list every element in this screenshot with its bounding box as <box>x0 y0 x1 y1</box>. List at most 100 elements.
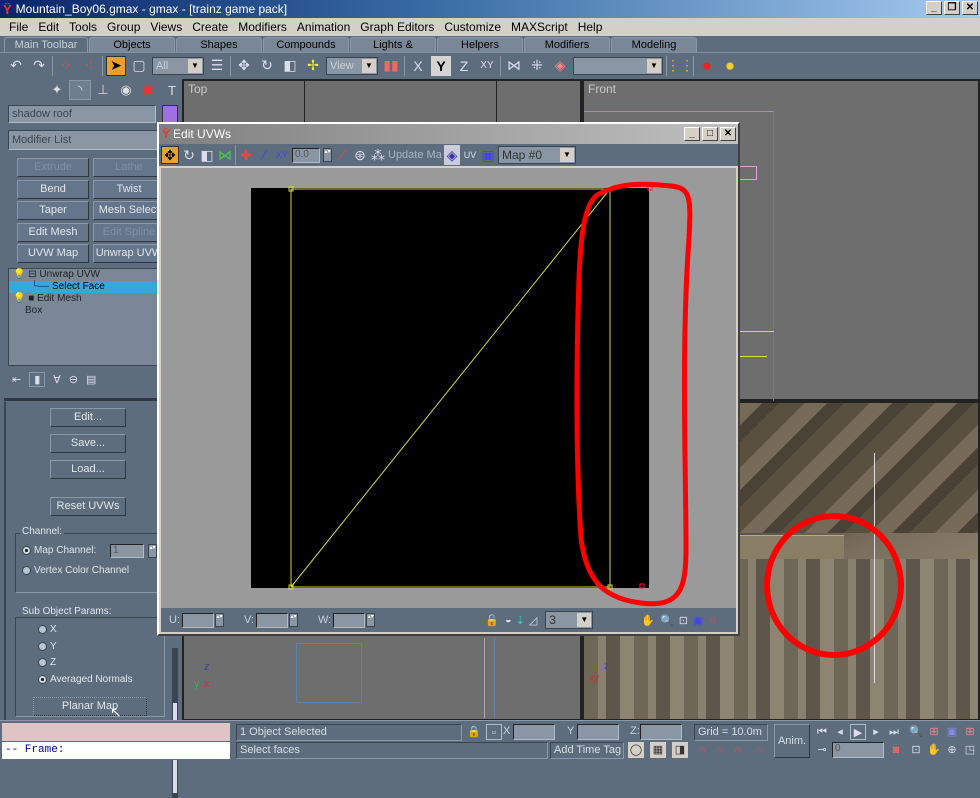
axis-x-button[interactable]: X <box>408 56 428 76</box>
select-by-name-icon[interactable]: ☰ <box>207 56 227 76</box>
extrude-button[interactable]: Extrude <box>17 158 89 177</box>
key-mode-icon[interactable]: ⊸ <box>814 742 830 758</box>
menu-create[interactable]: Create <box>187 20 233 34</box>
pin-stack-icon[interactable]: ⇤ <box>12 373 21 386</box>
menu-tools[interactable]: Tools <box>64 20 102 34</box>
menu-group[interactable]: Group <box>102 20 145 34</box>
redo-icon[interactable]: ↷ <box>29 56 49 76</box>
hide-icon[interactable]: ◒ <box>505 614 512 626</box>
make-unique-icon[interactable]: ∀ <box>53 373 61 386</box>
time-config-icon[interactable]: ◙ <box>888 742 904 758</box>
lightbulb-icon[interactable]: 💡 <box>13 269 25 280</box>
absolute-mode-icon[interactable]: ▫ <box>486 724 502 740</box>
u-spinner[interactable]: ▴▾ <box>215 613 224 627</box>
menu-maxscript[interactable]: MAXScript <box>506 20 573 34</box>
v-spinner[interactable]: ▴▾ <box>289 613 298 627</box>
anim-button[interactable]: Anim. <box>774 724 810 758</box>
averaged-normals-radio[interactable]: Averaged Normals <box>38 674 133 685</box>
pivot-center-icon[interactable]: ▮▮ <box>381 56 401 76</box>
tab-objects[interactable]: Objects <box>89 37 175 52</box>
align-icon[interactable]: ◈ <box>550 56 570 76</box>
uvw-move-icon[interactable]: ✥ <box>161 146 179 164</box>
expand-icon[interactable]: ■ <box>28 293 34 304</box>
grid-mode-icon[interactable]: ▦ <box>650 742 666 758</box>
goto-end-icon[interactable]: ⏭ <box>886 724 902 740</box>
minimize-button[interactable]: _ <box>926 1 942 15</box>
lock-selected-icon[interactable]: 🔓 <box>485 614 499 627</box>
restore-button[interactable]: ❐ <box>944 1 960 15</box>
motion-tab-icon[interactable]: ◉ <box>115 80 137 100</box>
uvw-canvas[interactable] <box>161 168 736 610</box>
array-icon[interactable]: ⁜ <box>527 56 547 76</box>
box-mode-icon[interactable]: ◨ <box>672 742 688 758</box>
reference-coord-dropdown[interactable]: View ▼ <box>326 56 378 75</box>
update-map-button[interactable]: Update Map <box>388 149 442 161</box>
uvw-spinner[interactable]: ▴▾ <box>323 148 332 162</box>
current-frame-field[interactable]: 0 <box>832 742 884 758</box>
percent-snap-icon[interactable]: ∩ <box>730 742 746 758</box>
zoom-level-dropdown[interactable]: 3 ▼ <box>545 611 594 629</box>
twist-button[interactable]: Twist <box>93 180 165 199</box>
add-time-tag-button[interactable]: Add Time Tag <box>550 742 624 759</box>
rotate-icon[interactable]: ↻ <box>257 56 277 76</box>
subobject-y-radio[interactable]: Y <box>38 641 57 652</box>
tab-shapes[interactable]: Shapes <box>176 37 262 52</box>
zoom-all-icon[interactable]: ⊞ <box>926 724 942 740</box>
bend-button[interactable]: Bend <box>17 180 89 199</box>
menu-edit[interactable]: Edit <box>33 20 64 34</box>
uvw-freeform-icon[interactable]: ✚ <box>238 145 254 165</box>
filter-icon[interactable]: ◿ <box>529 614 537 627</box>
modifier-list-dropdown[interactable]: Modifier List <box>8 130 158 150</box>
lathe-button[interactable]: Lathe <box>93 158 165 177</box>
maxscript-mini-listener-top[interactable] <box>2 723 230 741</box>
load-button[interactable]: Load... <box>50 460 126 479</box>
map-channel-radio[interactable]: Map Channel: <box>22 545 96 556</box>
maxscript-mini-listener[interactable]: -- Frame: <box>2 742 230 759</box>
link-icon[interactable]: ⁘ <box>56 56 76 76</box>
planar-map-button[interactable]: Planar Map <box>33 697 147 716</box>
snap-icon[interactable]: ∩ <box>708 614 716 626</box>
tab-modifiers[interactable]: Modifiers <box>524 37 610 52</box>
axis-y-button[interactable]: Y <box>431 55 451 76</box>
zoom-extents-all-icon[interactable]: ⊞ <box>962 724 978 740</box>
modify-tab-icon[interactable]: ◝ <box>69 80 91 100</box>
angle-snap-icon[interactable]: ∩ <box>712 742 728 758</box>
stack-item-select-face[interactable]: └‒‒ Select Face <box>9 281 157 293</box>
u-field[interactable] <box>182 612 214 628</box>
axis-xy-button[interactable]: XY <box>477 56 497 76</box>
play-icon[interactable]: ▶ <box>850 724 866 740</box>
schematic-view-icon[interactable]: ⋮⋮ <box>666 56 694 76</box>
uvw-spinner-field[interactable]: 0.0 <box>292 147 320 163</box>
w-spinner[interactable]: ▴▾ <box>366 613 376 627</box>
configure-sets-icon[interactable]: ▤ <box>86 373 96 386</box>
scale-icon[interactable]: ◧ <box>280 56 300 76</box>
unlink-icon[interactable]: ⁖ <box>79 56 99 76</box>
spinner-snap-icon[interactable]: ∩ <box>752 742 768 758</box>
tab-main-toolbar[interactable]: Main Toolbar <box>4 37 88 52</box>
subobject-z-radio[interactable]: Z <box>38 657 56 668</box>
unwrap-uvw-button[interactable]: Unwrap UVW <box>93 244 165 263</box>
lock-selection-icon[interactable]: 🔒 <box>466 724 482 740</box>
vertex-color-channel-radio[interactable]: Vertex Color Channel <box>22 565 129 576</box>
close-button[interactable]: ✕ <box>962 1 978 15</box>
w-field[interactable] <box>333 612 366 628</box>
region-zoom-icon[interactable]: ⊡ <box>908 742 924 758</box>
freeze-icon[interactable]: ⇣ <box>516 614 525 627</box>
map-channel-field[interactable]: 1 <box>110 544 144 558</box>
map-dropdown[interactable]: Map #0 ▼ <box>498 146 576 164</box>
hierarchy-tab-icon[interactable]: ⊥ <box>92 80 114 100</box>
manipulate-icon[interactable]: ✢ <box>303 56 323 76</box>
show-end-result-icon[interactable]: ▮ <box>29 372 46 387</box>
uvw-maximize-button[interactable]: □ <box>702 127 718 141</box>
y-coordinate-field[interactable] <box>577 724 619 740</box>
region-select-icon[interactable]: ▢ <box>129 56 149 76</box>
tab-modeling[interactable]: Modeling <box>611 37 697 52</box>
tab-compounds[interactable]: Compounds <box>263 37 349 52</box>
arc-rotate-icon[interactable]: ⊕ <box>944 742 960 758</box>
stack-item-box[interactable]: Box <box>9 305 157 317</box>
object-name-field[interactable]: shadow roof <box>8 105 156 123</box>
menu-views[interactable]: Views <box>145 20 187 34</box>
uvw-rotate-icon[interactable]: ↻ <box>181 145 197 165</box>
zoom-region-icon[interactable]: ⊡ <box>679 614 688 627</box>
stack-item-edit-mesh[interactable]: 💡 ■ Edit Mesh <box>9 293 157 305</box>
